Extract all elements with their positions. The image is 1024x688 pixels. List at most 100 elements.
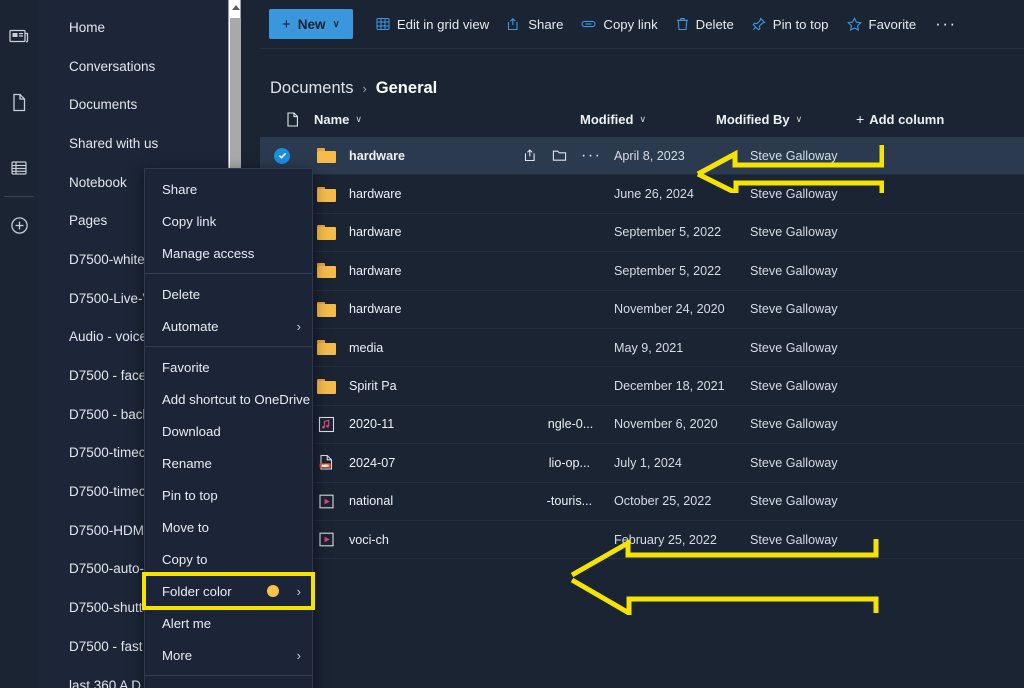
modified-cell: September 5, 2022 bbox=[614, 225, 722, 240]
delete-button[interactable]: Delete bbox=[667, 9, 743, 39]
file-type-icon-cell bbox=[304, 148, 348, 164]
nav-item-3[interactable]: Shared with us bbox=[38, 124, 228, 163]
table-row[interactable]: media May 9, 2021 Steve Galloway bbox=[260, 329, 1024, 368]
edit-in-grid-view-button[interactable]: Edit in grid view bbox=[367, 9, 498, 39]
nav-item-2[interactable]: Documents bbox=[38, 85, 228, 124]
nav-item-label: Pages bbox=[69, 213, 108, 229]
table-row[interactable]: hardware June 26, 2024 Steve Galloway bbox=[260, 175, 1024, 214]
context-menu-item-download[interactable]: Download bbox=[145, 415, 312, 447]
nav-item-label: Documents bbox=[69, 97, 138, 113]
file-type-column-icon[interactable] bbox=[270, 111, 314, 127]
add-column-label: Add column bbox=[869, 111, 945, 127]
share-icon bbox=[507, 17, 521, 31]
breadcrumb-general[interactable]: General bbox=[376, 79, 437, 98]
nav-item-0[interactable]: Home bbox=[38, 8, 228, 47]
row-select-checkbox[interactable] bbox=[260, 147, 304, 164]
column-header-modified[interactable]: Modified ∨ bbox=[580, 112, 716, 127]
file-name-cell[interactable]: hardware bbox=[348, 225, 614, 239]
folder-icon bbox=[316, 263, 336, 279]
share-icon[interactable] bbox=[524, 148, 538, 165]
add-column-button[interactable]: + Add column bbox=[856, 111, 944, 127]
chevron-down-icon: ∨ bbox=[355, 113, 363, 124]
context-menu-item-add-shortcut-to-onedrive[interactable]: Add shortcut to OneDrive bbox=[145, 383, 312, 415]
context-menu-item-delete[interactable]: Delete bbox=[145, 278, 312, 310]
folder-icon bbox=[316, 224, 336, 240]
nav-item-label: Home bbox=[69, 19, 106, 35]
modified-by-cell: Steve Galloway bbox=[750, 340, 838, 355]
pdf-icon bbox=[319, 455, 332, 470]
table-row[interactable]: Spirit Pa December 18, 2021 Steve Galloway bbox=[260, 367, 1024, 406]
context-menu-item-favorite[interactable]: Favorite bbox=[145, 351, 312, 383]
column-modified-label: Modified bbox=[580, 111, 634, 127]
copy-link-button[interactable]: Copy link bbox=[572, 9, 666, 39]
context-menu-item-copy-to[interactable]: Copy to bbox=[145, 543, 312, 575]
table-row[interactable]: hardware April 8, 2023 Steve Galloway ··· bbox=[260, 137, 1024, 176]
share-button[interactable]: Share bbox=[498, 9, 572, 39]
table-row[interactable]: 2020-11 ngle-0... November 6, 2020 Steve G… bbox=[260, 406, 1024, 445]
star-icon bbox=[846, 17, 862, 31]
favorite-button[interactable]: Favorite bbox=[838, 9, 926, 39]
new-button[interactable]: + New ∨ bbox=[269, 9, 353, 39]
context-menu-item-move-to[interactable]: Move to bbox=[145, 511, 312, 543]
context-menu-item-copy-link[interactable]: Copy link bbox=[145, 205, 312, 237]
context-menu-item-share[interactable]: Share bbox=[145, 173, 312, 205]
table-row[interactable]: voci-ch February 25, 2022 Steve Galloway bbox=[260, 521, 1024, 560]
file-name-cell[interactable]: voci-ch bbox=[348, 533, 614, 547]
file-name-cell[interactable]: hardware bbox=[348, 302, 614, 316]
news-icon[interactable] bbox=[0, 14, 38, 58]
file-name-label: hardware bbox=[349, 148, 405, 163]
file-name-spacer bbox=[395, 456, 549, 470]
context-menu-item-details[interactable]: Details bbox=[145, 680, 312, 688]
file-name-cell[interactable]: media bbox=[348, 341, 614, 355]
modified-by-cell: Steve Galloway bbox=[750, 455, 838, 470]
modified-by-cell: Steve Galloway bbox=[750, 225, 838, 240]
pin-to-top-button[interactable]: Pin to top bbox=[743, 9, 838, 39]
context-menu-item-manage-access[interactable]: Manage access bbox=[145, 237, 312, 269]
video-icon bbox=[318, 494, 334, 509]
breadcrumb-documents[interactable]: Documents bbox=[270, 79, 353, 98]
column-header-name[interactable]: Name ∨ bbox=[314, 112, 580, 127]
context-menu-item-label: Pin to top bbox=[162, 487, 218, 503]
context-menu-item-label: Add shortcut to OneDrive bbox=[162, 391, 311, 407]
file-name-cell[interactable]: hardware bbox=[348, 187, 614, 201]
nav-item-label: Conversations bbox=[69, 58, 156, 74]
context-menu-item-rename[interactable]: Rename bbox=[145, 447, 312, 479]
context-menu-item-folder-color[interactable]: Folder color › bbox=[142, 572, 315, 610]
context-menu-item-pin-to-top[interactable]: Pin to top bbox=[145, 479, 312, 511]
context-menu-item-automate[interactable]: Automate › bbox=[145, 310, 312, 342]
modified-cell: June 26, 2024 bbox=[614, 187, 694, 202]
context-menu-separator bbox=[145, 273, 312, 274]
context-menu-item-more[interactable]: More › bbox=[145, 639, 312, 671]
chevron-right-icon: › bbox=[296, 583, 301, 599]
file-name-cell[interactable]: hardware bbox=[348, 264, 614, 278]
column-header-modified-by[interactable]: Modified By ∨ bbox=[716, 112, 856, 127]
more-commands-button[interactable]: ··· bbox=[925, 9, 966, 39]
context-menu-separator bbox=[145, 675, 312, 676]
table-row[interactable]: hardware September 5, 2022 Steve Galloway bbox=[260, 214, 1024, 253]
share-label: Share bbox=[528, 16, 564, 32]
move-icon[interactable] bbox=[552, 148, 567, 165]
nav-item-label: Notebook bbox=[69, 174, 127, 190]
link-icon bbox=[581, 17, 596, 31]
file-name-cell[interactable]: Spirit Pa bbox=[348, 379, 614, 393]
modified-cell: September 5, 2022 bbox=[614, 263, 722, 278]
row-more-actions-button[interactable]: ··· bbox=[581, 147, 601, 165]
file-name-cell[interactable]: national -touris... bbox=[348, 494, 614, 508]
list-icon[interactable] bbox=[0, 146, 38, 190]
table-row[interactable]: 2024-07 lio-op... July 1, 2024 Steve Gallo… bbox=[260, 444, 1024, 483]
chevron-down-icon: ∨ bbox=[332, 18, 340, 30]
table-row[interactable]: hardware September 5, 2022 Steve Galloway bbox=[260, 252, 1024, 291]
context-menu-item-label: Favorite bbox=[162, 359, 210, 375]
file-name-tail: ngle-0... bbox=[547, 417, 594, 432]
file-name-cell[interactable]: 2020-11 ngle-0... bbox=[348, 417, 614, 431]
document-icon[interactable] bbox=[0, 80, 38, 124]
file-name-cell[interactable]: 2024-07 lio-op... bbox=[348, 456, 614, 470]
nav-item-1[interactable]: Conversations bbox=[38, 47, 228, 86]
context-menu-item-label: Manage access bbox=[162, 245, 255, 261]
table-row[interactable]: hardware November 24, 2020 Steve Galloway bbox=[260, 291, 1024, 329]
context-menu-item-label: Delete bbox=[162, 286, 201, 302]
context-menu-item-alert-me[interactable]: Alert me bbox=[145, 607, 312, 639]
add-circle-icon[interactable] bbox=[0, 203, 38, 247]
file-name-label: 2024-07 bbox=[349, 455, 396, 470]
table-row[interactable]: national -touris... October 25, 2022 Steve… bbox=[260, 483, 1024, 521]
